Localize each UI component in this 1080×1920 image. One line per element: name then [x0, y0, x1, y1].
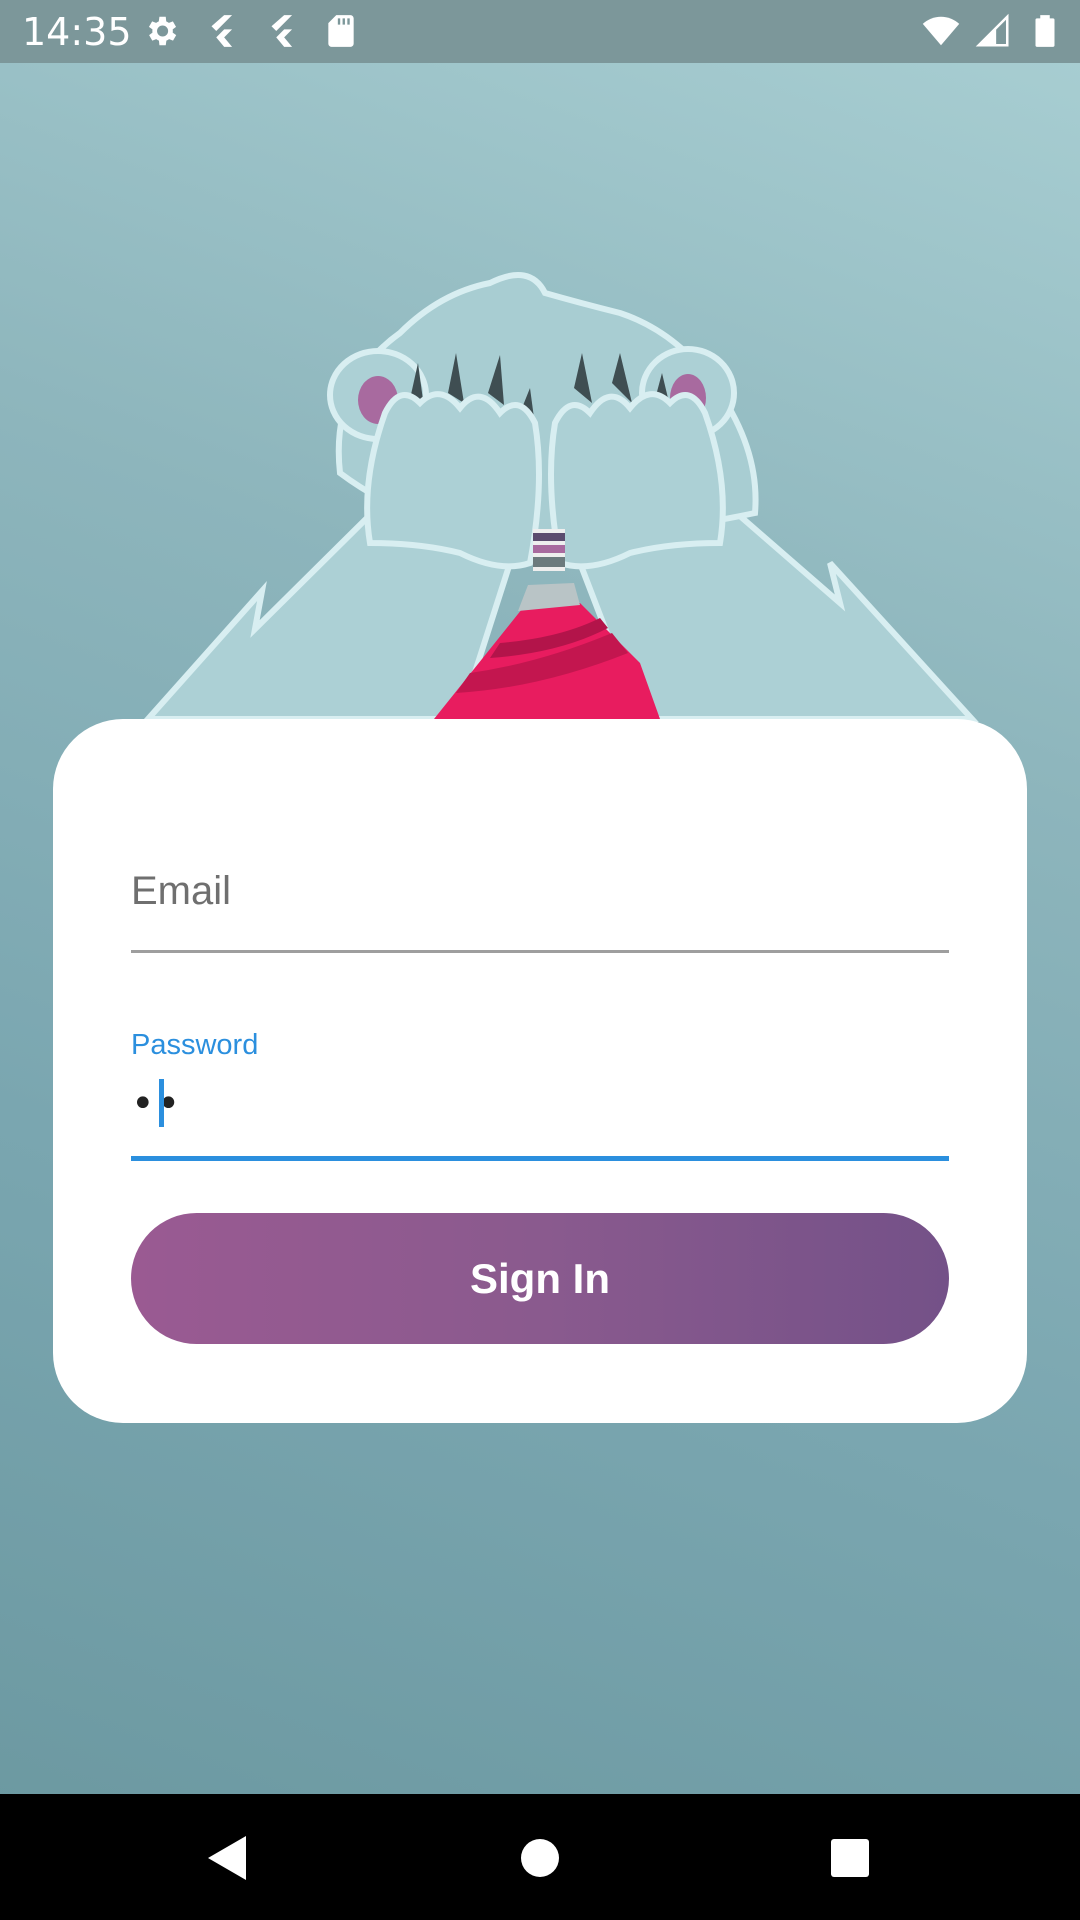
settings-icon — [148, 16, 177, 46]
flutter-icon — [211, 15, 233, 47]
password-field-underline — [131, 1156, 949, 1161]
recents-icon[interactable] — [822, 1830, 878, 1886]
bear-right-paw — [548, 391, 726, 570]
sign-in-button[interactable]: Sign In — [131, 1213, 949, 1344]
login-card: Email Password •• Sign In — [53, 719, 1027, 1423]
text-cursor — [159, 1079, 164, 1127]
wifi-icon — [922, 16, 960, 46]
bear-left-paw — [364, 391, 542, 570]
home-icon[interactable] — [512, 1830, 568, 1886]
back-icon[interactable] — [200, 1830, 256, 1886]
email-field-label: Email — [131, 869, 232, 913]
email-field[interactable]: Email — [131, 839, 949, 953]
cellular-signal-icon — [975, 13, 1009, 47]
password-field-label: Password — [131, 1029, 259, 1061]
status-system-icons — [922, 12, 1064, 50]
navigation-bar — [0, 1794, 1080, 1920]
status-time: 14:35 — [22, 10, 132, 54]
teddy-bear-covering-eyes-illustration — [141, 272, 979, 722]
status-bar: 14:35 — [0, 0, 1080, 63]
sd-card-icon — [328, 15, 354, 47]
password-field[interactable]: Password •• — [131, 1029, 949, 1161]
email-field-underline — [131, 950, 949, 953]
flutter-icon — [271, 15, 293, 47]
password-field-value[interactable]: •• — [131, 1081, 182, 1127]
status-notification-icons — [142, 12, 360, 50]
battery-icon — [1035, 15, 1055, 47]
